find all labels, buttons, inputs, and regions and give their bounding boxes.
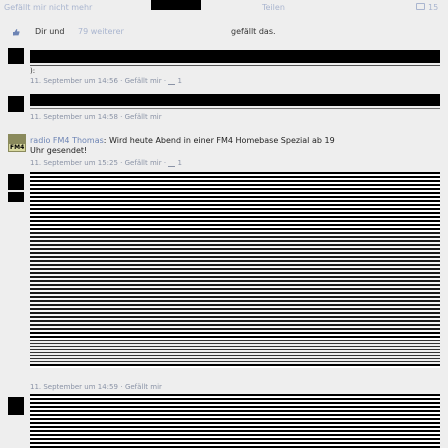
like-count: 1 — [177, 159, 183, 167]
avatar[interactable] — [8, 397, 24, 415]
likes-prefix: Dir und — [35, 27, 65, 36]
comment-text-fragment: ): — [30, 67, 36, 75]
avatar[interactable] — [8, 174, 24, 190]
comment: ): 11. September um 14:56 · Gefällt mir … — [0, 44, 448, 85]
avatar[interactable] — [8, 192, 24, 202]
like-link[interactable]: Gefällt mir — [125, 159, 162, 167]
comment-meta-row: 11. September um 14:59 · Gefällt mir — [30, 383, 162, 391]
comment-meta: 11. September um 14:58 · Gefällt mir — [30, 113, 162, 121]
thumbs-up-icon — [12, 28, 20, 36]
redacted-block — [124, 27, 182, 36]
unlike-link[interactable]: Gefällt mir nicht mehr — [4, 3, 92, 12]
redacted-region — [0, 394, 448, 448]
likes-suffix: gefällt das. — [231, 27, 276, 36]
avatar[interactable] — [8, 96, 24, 112]
comment-icon[interactable] — [416, 3, 425, 10]
thumbs-up-icon — [168, 160, 176, 167]
comment-author-name[interactable]: Thomas — [72, 136, 104, 145]
comment-date[interactable]: 11. September um 15:25 — [30, 159, 118, 167]
likes-line: Dir und 79 weiteren Personen gefällt das… — [4, 27, 444, 39]
redacted-block — [30, 94, 440, 106]
like-link[interactable]: Gefällt mir — [125, 77, 162, 85]
like-link[interactable]: Gefällt mir — [125, 383, 162, 391]
thumbs-up-icon — [168, 78, 176, 85]
redacted-block — [30, 50, 440, 63]
share-link[interactable]: Teilen — [262, 3, 285, 12]
comment-meta: 11. September um 14:56 · Gefällt mir · 1 — [30, 77, 183, 85]
avatar[interactable] — [8, 48, 24, 64]
avatar[interactable]: FM4 — [8, 134, 26, 152]
comment: 11. September um 14:58 · Gefällt mir — [0, 88, 448, 126]
comment-body: radio FM4 Thomas: Wird heute Abend in ei… — [30, 136, 335, 155]
like-count: 1 — [177, 77, 183, 85]
comment-date[interactable]: 11. September um 14:59 — [30, 383, 118, 391]
like-link[interactable]: Gefällt mir — [125, 113, 162, 121]
comment-date[interactable]: 11. September um 14:56 — [30, 77, 118, 85]
comment-count: 15 — [428, 3, 439, 12]
comment-meta: 11. September um 15:25 · Gefällt mir · 1 — [30, 159, 183, 167]
comment-author[interactable]: radio FM4 — [30, 136, 70, 145]
redacted-block — [151, 0, 201, 10]
avatar-label: FM4 — [9, 144, 26, 151]
comment-date[interactable]: 11. September um 14:58 — [30, 113, 118, 121]
redacted-region — [0, 172, 448, 384]
top-action-bar: Gefällt mir nicht mehr Teilen 15 — [0, 0, 448, 18]
